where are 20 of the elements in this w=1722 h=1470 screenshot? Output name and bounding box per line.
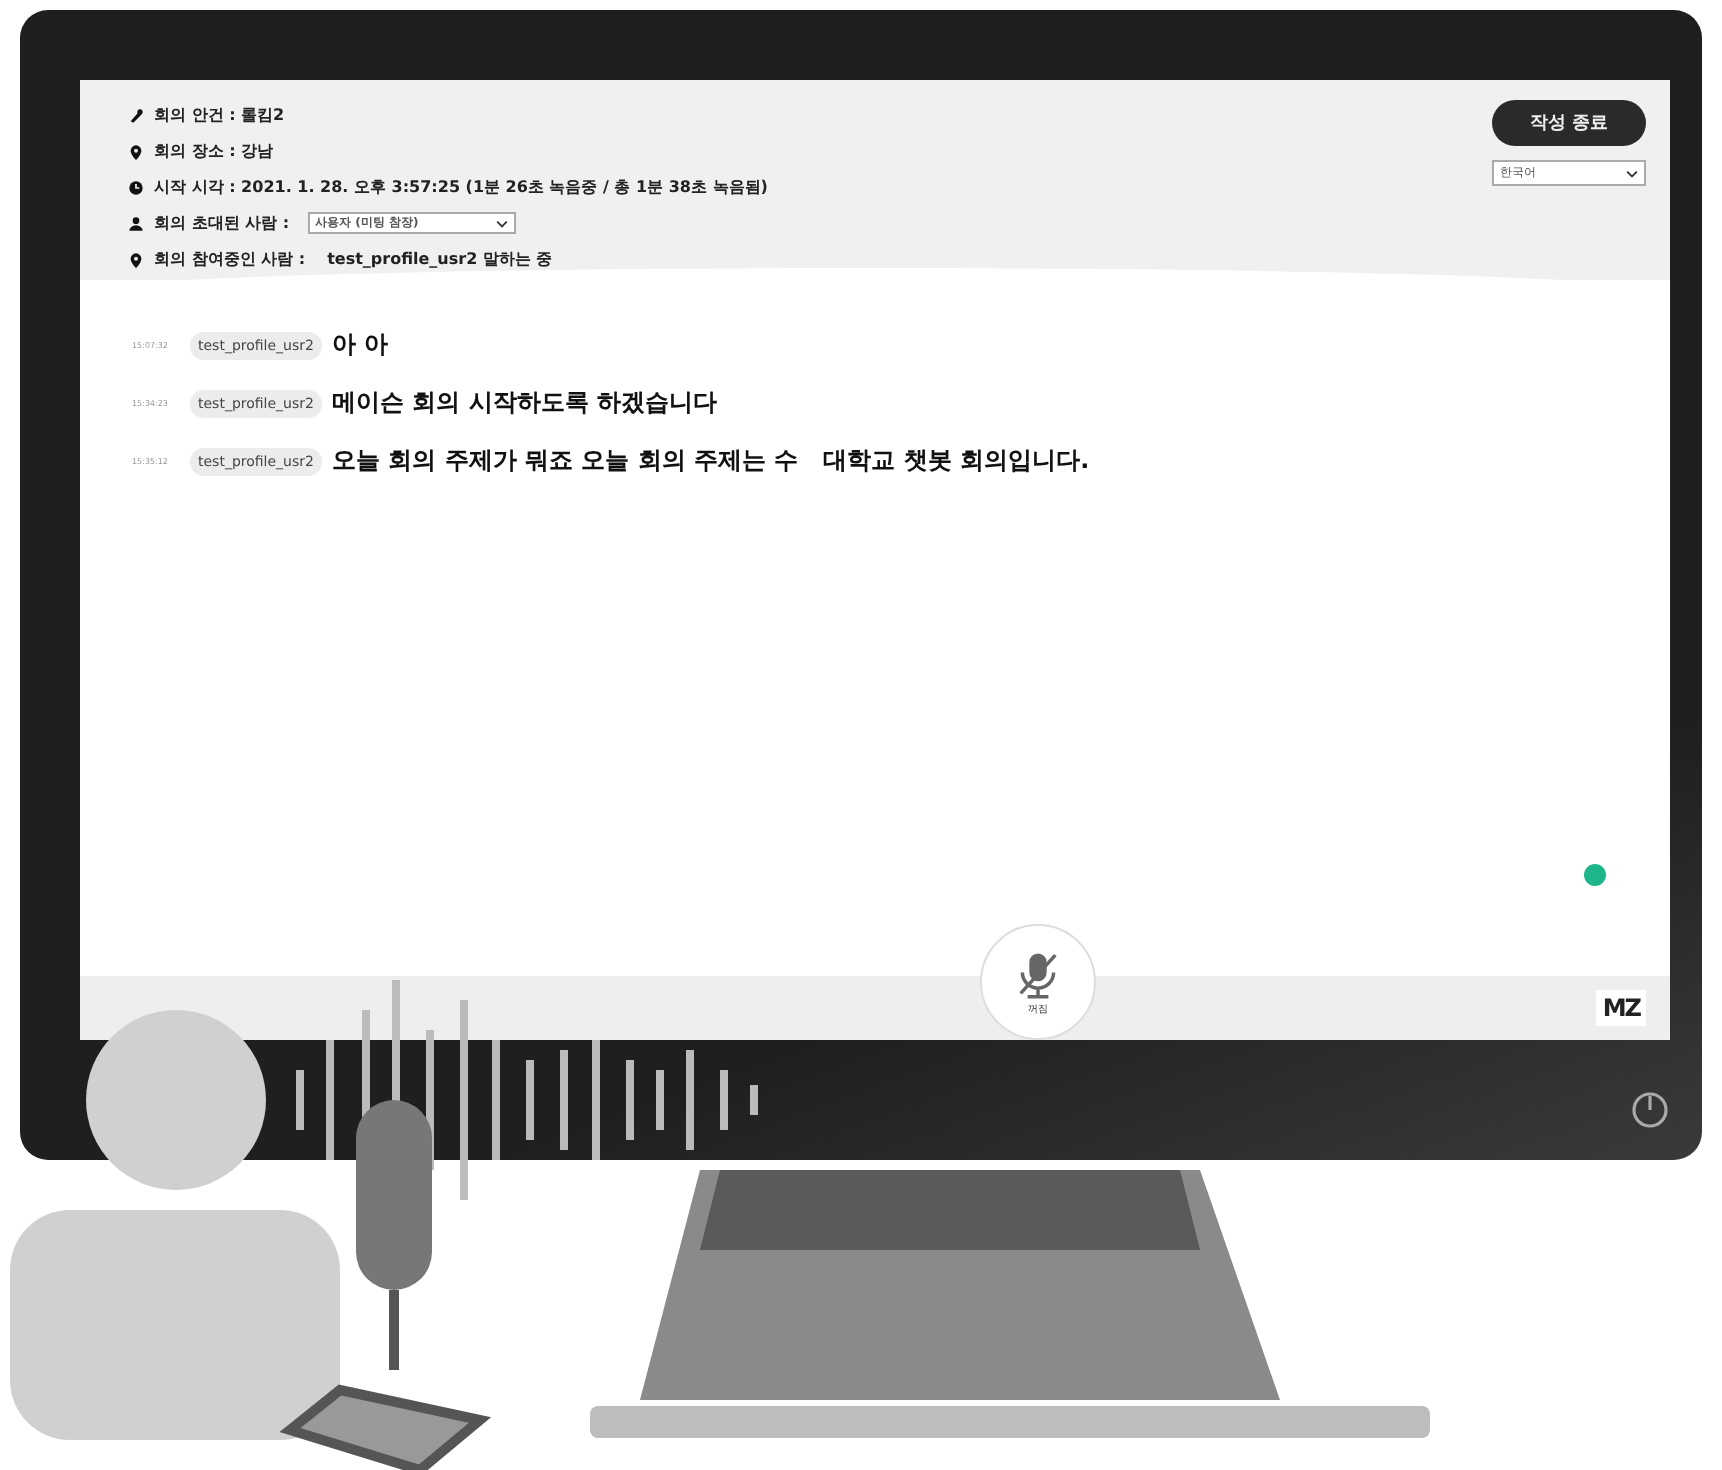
message-text: 오늘 회의 주제가 뭐죠 오늘 회의 주제는 수 대학교 챗봇 회의입니다. [331, 444, 1090, 478]
field-label: 회의 참여중인 사람 : [154, 248, 306, 270]
message-text: 메이슨 회의 시작하도록 하겠습니다 [331, 386, 718, 420]
field-label: 회의 안건 : 롤킴2 [154, 104, 285, 126]
chevron-icon [1626, 169, 1638, 177]
field-label: 시작 시각 : 2021. 1. 28. 오후 3:57:25 (1분 26초 녹음중 / 총 1분 38초 녹음됨) [154, 176, 768, 198]
map-pin-icon [128, 143, 144, 159]
map-pin-icon [128, 251, 144, 267]
field-label: 회의 초대된 사람 : [154, 212, 290, 234]
field-value: test_profile_usr2 말하는 중 [327, 248, 553, 270]
end-writing-button[interactable]: 작성 종료 [1492, 100, 1646, 146]
field-label: 회의 장소 : 강남 [154, 140, 274, 162]
brand-logo: MZ [1596, 990, 1646, 1026]
pen-icon [128, 107, 144, 123]
clock-icon [128, 179, 144, 195]
chevron-icon [495, 219, 508, 227]
status-dot [1584, 864, 1606, 886]
person-icon [128, 215, 144, 231]
message-text: 아 아 [331, 328, 389, 362]
power-icon [1630, 1090, 1670, 1130]
